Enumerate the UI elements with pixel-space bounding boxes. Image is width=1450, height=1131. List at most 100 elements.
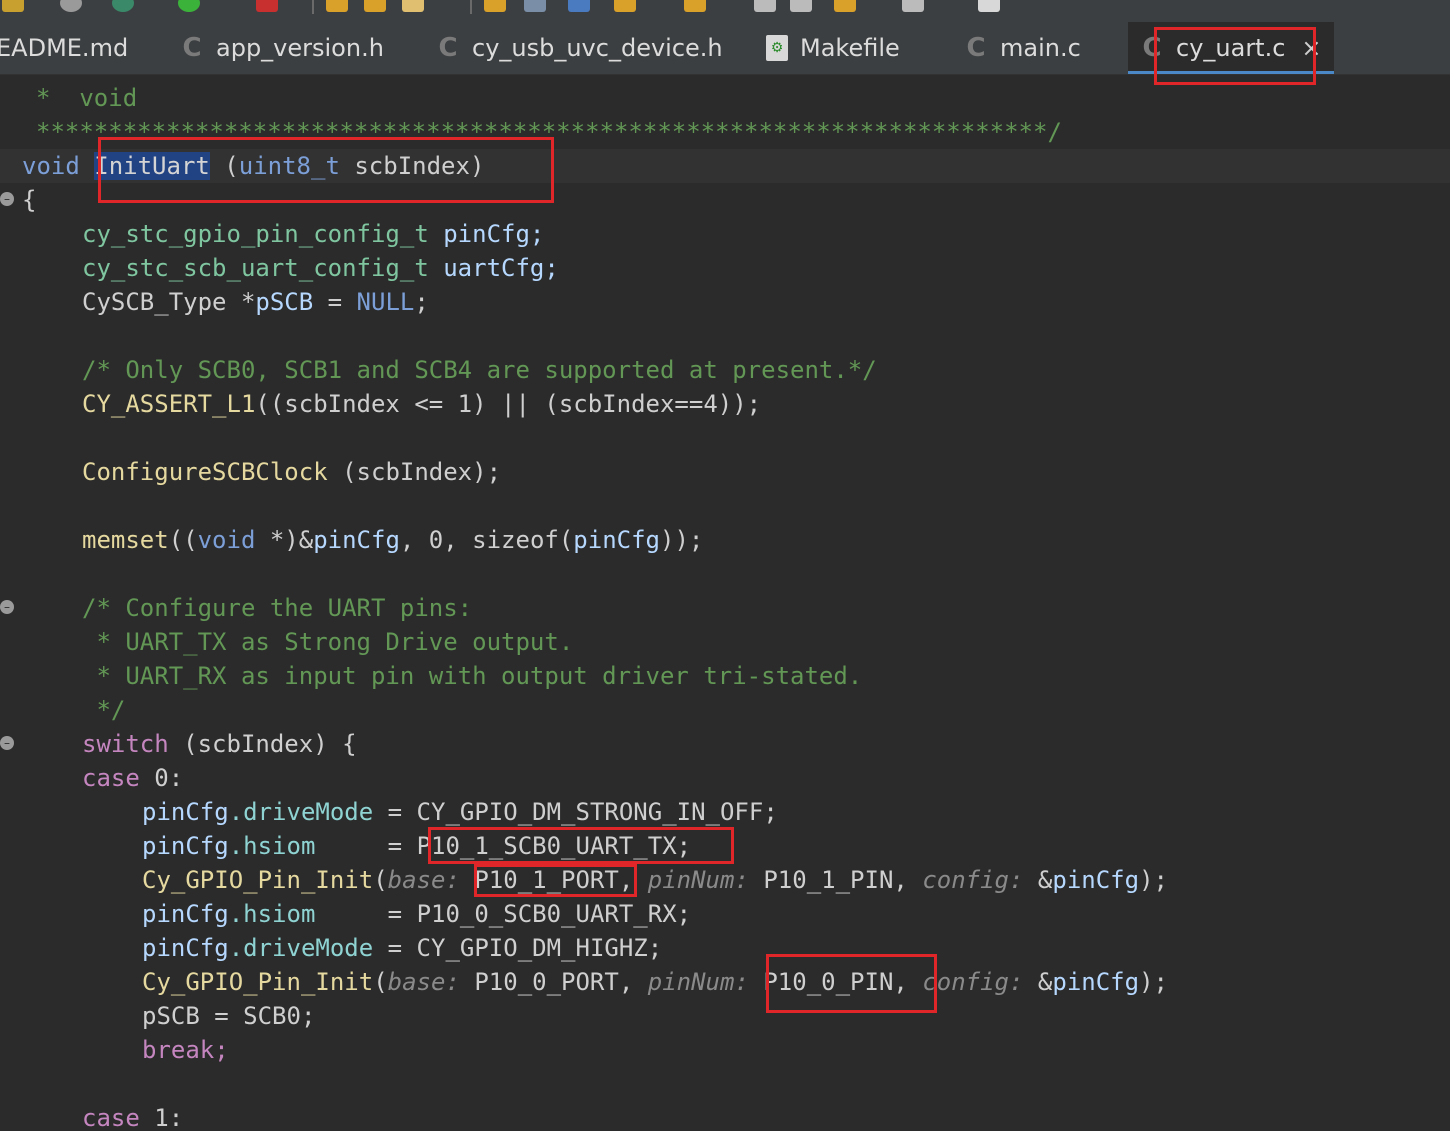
tab-main-c[interactable]: C main.c bbox=[964, 22, 1080, 74]
code-token: .hsiom bbox=[228, 832, 316, 860]
code-line-10: CY_ASSERT_L1((scbIndex <= 1) || (scbInde… bbox=[82, 387, 761, 421]
code-token: (scbIndex); bbox=[327, 458, 502, 486]
annotation-box-pin bbox=[766, 954, 937, 1013]
code-token: = CY_GPIO_DM_STRONG_IN_OFF; bbox=[373, 798, 778, 826]
fold-collapse-icon[interactable]: – bbox=[0, 192, 14, 206]
code-token: & bbox=[1023, 866, 1053, 894]
code-token: ( bbox=[373, 968, 388, 996]
param-hint: config: bbox=[922, 968, 1024, 996]
code-line-17: * UART_TX as Strong Drive output. bbox=[82, 628, 574, 656]
new-file-icon[interactable] bbox=[484, 0, 506, 12]
code-line-22: pinCfg.driveMode = CY_GPIO_DM_STRONG_IN_… bbox=[142, 795, 778, 829]
tab-label: cy_usb_uvc_device.h bbox=[472, 34, 723, 62]
code-line-24: Cy_GPIO_Pin_Init(base: P10_1_PORT, pinNu… bbox=[142, 863, 1168, 897]
code-token: CySCB_Type * bbox=[82, 288, 256, 316]
tab-readme[interactable]: EADME.md bbox=[0, 22, 128, 74]
fold-collapse-icon[interactable]: – bbox=[0, 736, 14, 750]
code-token: & bbox=[1023, 968, 1053, 996]
code-line-25: pinCfg.hsiom = P10_0_SCB0_UART_RX; bbox=[142, 897, 691, 931]
code-token: = CY_GPIO_DM_HIGHZ; bbox=[373, 934, 663, 962]
run-icon[interactable] bbox=[178, 0, 200, 12]
next-edit-icon[interactable] bbox=[902, 0, 924, 12]
settings-icon[interactable] bbox=[60, 0, 82, 12]
code-line-12: ConfigureSCBClock (scbIndex); bbox=[82, 455, 501, 489]
code-token: ConfigureSCBClock bbox=[82, 458, 328, 486]
annotation-box-function-signature bbox=[98, 137, 554, 203]
code-token: pinCfg; bbox=[428, 220, 545, 248]
c-source-icon: C bbox=[966, 33, 986, 63]
code-line-6: cy_stc_scb_uart_config_t uartCfg; bbox=[82, 251, 559, 285]
tab-label: Makefile bbox=[800, 34, 900, 62]
code-token: pinCfg bbox=[142, 798, 229, 826]
code-editor[interactable]: * void *********************************… bbox=[0, 75, 1450, 1131]
code-token: 1: bbox=[139, 1104, 184, 1131]
annotation-box-active-tab bbox=[1154, 27, 1316, 85]
keyword: void bbox=[22, 152, 80, 180]
code-token: case bbox=[82, 764, 140, 792]
code-token: memset bbox=[82, 526, 169, 554]
code-line-9: /* Only SCB0, SCB1 and SCB4 are supporte… bbox=[82, 356, 877, 384]
type-token: cy_stc_scb_uart_config_t bbox=[82, 254, 429, 282]
code-token: pinCfg bbox=[573, 526, 660, 554]
fold-collapse-icon[interactable]: – bbox=[0, 600, 14, 614]
tab-makefile[interactable]: ⚙ Makefile bbox=[766, 22, 900, 74]
code-token: P10_1_PIN bbox=[748, 866, 894, 894]
toolbar-separator bbox=[470, 0, 472, 14]
code-line-5: cy_stc_gpio_pin_config_t pinCfg; bbox=[82, 217, 544, 251]
forward-icon[interactable] bbox=[790, 0, 812, 12]
terminal-icon[interactable] bbox=[524, 0, 546, 12]
c-header-icon: C bbox=[182, 33, 202, 63]
code-token: P10_0_SCB0_UART_RX; bbox=[416, 900, 692, 928]
code-token: ((scbIndex <= 1) || (scbIndex==4)); bbox=[255, 390, 762, 418]
code-line-1: * void bbox=[36, 84, 138, 112]
document-icon[interactable] bbox=[978, 0, 1000, 12]
code-token: pinCfg bbox=[313, 526, 400, 554]
code-token: pinCfg bbox=[1052, 866, 1140, 894]
code-token: pinCfg bbox=[142, 832, 229, 860]
code-token: (scbIndex) { bbox=[168, 730, 357, 758]
code-token: pinCfg bbox=[1052, 968, 1140, 996]
code-token: ; bbox=[414, 288, 429, 316]
code-token: *)& bbox=[255, 526, 314, 554]
tab-app-version[interactable]: C app_version.h bbox=[180, 22, 383, 74]
toolbar-separator bbox=[312, 0, 314, 14]
prev-edit-icon[interactable] bbox=[834, 0, 856, 12]
code-token: NULL bbox=[356, 288, 415, 316]
code-token: case bbox=[82, 1104, 140, 1131]
code-token: ( bbox=[373, 866, 388, 894]
code-token: (( bbox=[168, 526, 198, 554]
code-line-16: /* Configure the UART pins: bbox=[82, 594, 473, 622]
code-token: = bbox=[313, 288, 357, 316]
pin-icon[interactable] bbox=[684, 0, 706, 12]
code-line-31: case 1: bbox=[82, 1101, 183, 1131]
code-line-18: * UART_RX as input pin with output drive… bbox=[82, 662, 863, 690]
param-hint: pinNum: bbox=[647, 866, 749, 894]
step-icon[interactable] bbox=[614, 0, 636, 12]
build-icon[interactable] bbox=[2, 0, 24, 12]
code-token: void bbox=[197, 526, 256, 554]
code-token: , bbox=[618, 968, 648, 996]
tab-label: EADME.md bbox=[0, 34, 129, 62]
param-hint: base: bbox=[387, 866, 460, 894]
code-token: = bbox=[315, 832, 417, 860]
tab-cy-usb-uvc-device[interactable]: C cy_usb_uvc_device.h bbox=[436, 22, 723, 74]
code-token: uartCfg; bbox=[428, 254, 559, 282]
code-token: CY_ASSERT_L1 bbox=[82, 390, 256, 418]
toolbar bbox=[0, 0, 1450, 22]
code-token: switch bbox=[82, 730, 169, 758]
annotation-box-hsiom-tx bbox=[428, 827, 734, 864]
edit-icon[interactable] bbox=[402, 0, 424, 12]
debug-icon[interactable] bbox=[112, 0, 134, 12]
code-token: ); bbox=[1139, 866, 1168, 894]
pause-icon[interactable] bbox=[568, 0, 590, 12]
code-token: .driveMode bbox=[228, 934, 374, 962]
open-folder-icon[interactable] bbox=[326, 0, 348, 12]
stop-icon[interactable] bbox=[256, 0, 278, 12]
code-line-27: Cy_GPIO_Pin_Init(base: P10_0_PORT, pinNu… bbox=[142, 965, 1168, 999]
open-project-icon[interactable] bbox=[364, 0, 386, 12]
code-line-7: CySCB_Type *pSCB = NULL; bbox=[82, 285, 429, 319]
code-token: )); bbox=[660, 526, 704, 554]
back-icon[interactable] bbox=[754, 0, 776, 12]
code-token: 0: bbox=[139, 764, 184, 792]
code-token: Cy_GPIO_Pin_Init bbox=[142, 968, 374, 996]
